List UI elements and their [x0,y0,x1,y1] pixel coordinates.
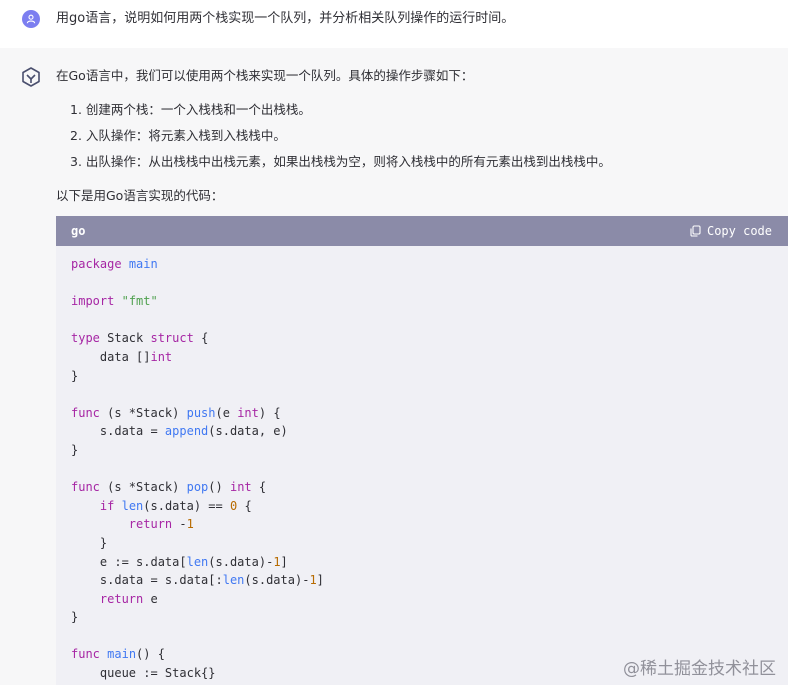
assistant-message: 在Go语言中，我们可以使用两个栈来实现一个队列。具体的操作步骤如下： 1. 创建… [0,48,788,685]
copy-icon [690,225,701,237]
code-line: s.data = append(s.data, e) [71,424,288,439]
code-line: func (s *Stack) push(e int) { [71,405,281,420]
code-line: if len(s.data) == 0 { [99,498,252,513]
code-line: e := s.data[len(s.data)-1] [71,554,288,569]
assistant-logo-icon [20,66,42,88]
code-line: func (s *Stack) pop() int { [71,480,267,495]
code-line: return -1 [128,517,194,532]
code-intro-text: 以下是用Go语言实现的代码： [56,188,224,203]
code-content: package main import "fmt" type Stack str… [56,246,788,683]
code-line: func main() { [71,647,165,662]
steps-list: 1. 创建两个栈：一个入栈栈和一个出栈栈。 2. 入队操作：将元素入栈到入栈栈中… [70,100,611,178]
assistant-intro-text: 在Go语言中，我们可以使用两个栈来实现一个队列。具体的操作步骤如下： [56,68,474,83]
code-block: go Copy code package main import "fmt" t… [56,216,788,685]
code-header: go Copy code [56,216,788,246]
list-item: 2. 入队操作：将元素入栈到入栈栈中。 [70,128,286,143]
code-line: } [71,610,79,625]
code-line: data []int [71,349,173,364]
user-message-text: 用go语言，说明如何用两个栈实现一个队列，并分析相关队列操作的运行时间。 [56,11,515,26]
code-line: } [71,535,108,550]
watermark-text: @稀土掘金技术社区 [623,659,776,679]
list-item: 3. 出队操作：从出栈栈中出栈元素，如果出栈栈为空，则将入栈栈中的所有元素出栈到… [70,154,611,169]
code-language-label: go [71,224,86,238]
code-line: queue := Stack{} [71,666,216,681]
code-line: import "fmt" [71,294,158,309]
code-line: package main [71,257,158,271]
list-item: 1. 创建两个栈：一个入栈栈和一个出栈栈。 [70,102,311,117]
code-line: } [71,368,79,383]
user-avatar-icon [22,10,40,28]
code-line: return e [99,591,158,606]
code-line: type Stack struct { [71,331,209,346]
code-line: } [71,442,79,457]
code-line: s.data = s.data[:len(s.data)-1] [71,573,324,588]
copy-code-label: Copy code [706,224,772,238]
user-message-row: 用go语言，说明如何用两个栈实现一个队列，并分析相关队列操作的运行时间。 [0,0,788,48]
copy-code-button[interactable]: Copy code [690,222,772,240]
